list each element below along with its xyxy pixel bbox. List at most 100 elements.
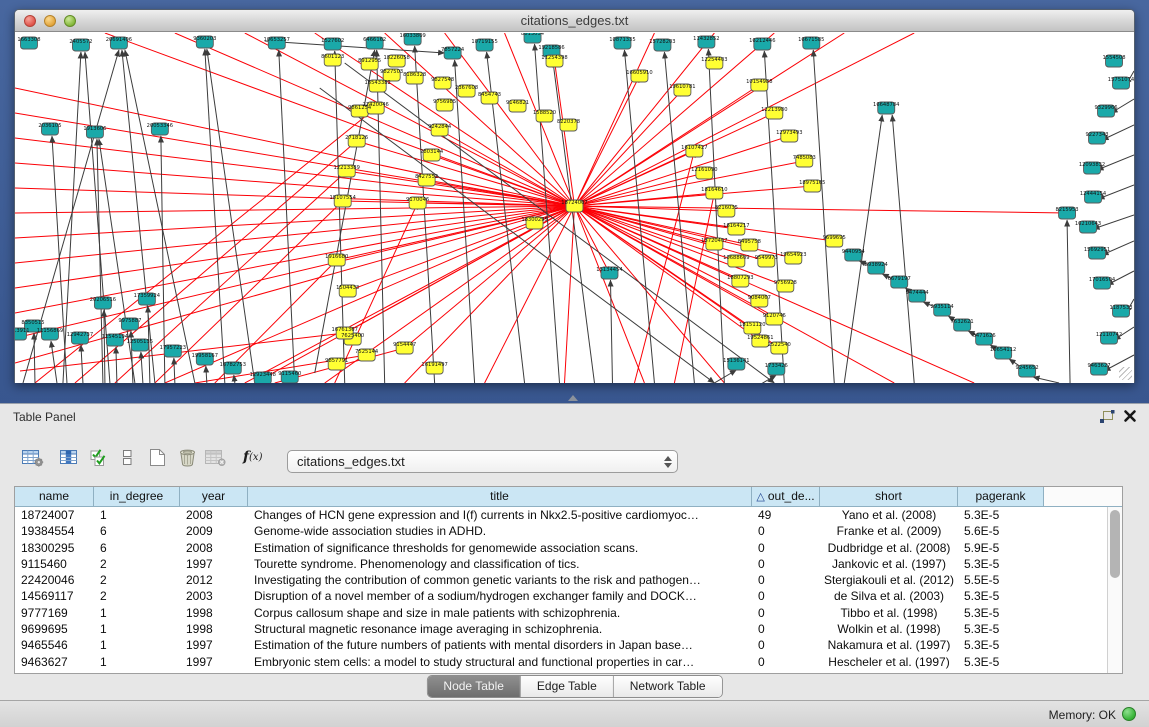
graph-node-label: 12110742	[1096, 332, 1122, 338]
table-cell: 2	[94, 572, 180, 588]
graph-node-label: 9154447	[393, 342, 416, 348]
graph-node-label: 10654112	[990, 347, 1016, 353]
table-cell: 1	[94, 637, 180, 653]
table-row[interactable]: 1938455462009Genome-wide association stu…	[15, 523, 1107, 539]
delete-table-disabled-icon	[205, 448, 227, 467]
graph-node-label: 18151120	[739, 322, 765, 328]
graph-node-label: 7625400	[341, 333, 364, 339]
graph-node-label: 18226058	[383, 55, 409, 61]
table-row[interactable]: 911546021997Tourette syndrome. Phenomeno…	[15, 556, 1107, 572]
graph-node-label: 8427552	[415, 174, 438, 180]
row-mode-icon[interactable]	[122, 448, 133, 467]
window-titlebar[interactable]: citations_edges.txt	[15, 10, 1134, 32]
graph-node-label: 2405572	[69, 39, 92, 45]
delete-icon[interactable]	[179, 448, 196, 467]
table-cell: 1	[94, 605, 180, 621]
graph-node-label: 16671585	[798, 37, 824, 43]
close-window-button[interactable]	[24, 15, 36, 27]
minimize-window-button[interactable]	[44, 15, 56, 27]
table-vertical-scrollbar[interactable]	[1107, 507, 1122, 673]
scrollbar-thumb[interactable]	[1110, 510, 1120, 578]
graph-node-label: 9756928	[774, 280, 797, 286]
column-header-year[interactable]: year	[180, 487, 248, 507]
column-header-title[interactable]: title	[248, 487, 752, 507]
graph-edge	[575, 206, 1068, 213]
table-row[interactable]: 977716911998Corpus callosum shape and si…	[15, 605, 1107, 621]
graph-node-label: 16164217	[723, 223, 749, 229]
graph-node-label: 16648784	[873, 102, 900, 108]
table-settings-icon[interactable]	[22, 448, 44, 467]
graph-node-label: 7525144	[355, 349, 379, 355]
graph-node-label: 9170046	[406, 197, 429, 203]
table-cell: 5.3E-5	[958, 654, 1044, 670]
table-row[interactable]: 1830029562008Estimation of significance …	[15, 540, 1107, 556]
graph-edge	[892, 115, 914, 383]
graph-node-label: 9440954	[842, 249, 866, 255]
table-cell: 1	[94, 654, 180, 670]
table-cell: Nakamura et al. (1997)	[820, 637, 958, 653]
graph-node-label: 18300295	[521, 217, 547, 223]
graph-node-label: 9827503	[380, 69, 403, 75]
fx-args: (x)	[249, 452, 262, 463]
close-panel-icon[interactable]	[1123, 409, 1137, 423]
function-builder-icon[interactable]: f(x)	[243, 449, 262, 465]
graph-node-label: 9329966	[1094, 105, 1117, 111]
header-filler	[1044, 487, 1122, 507]
graph-edge	[97, 139, 103, 383]
memory-status-label: Memory: OK	[1049, 708, 1116, 722]
table-row[interactable]: 969969511998Structural magnetic resonanc…	[15, 621, 1107, 637]
window-resize-grip[interactable]	[1119, 367, 1132, 380]
table-source-value: citations_edges.txt	[297, 454, 405, 469]
graph-node-label: 10719155	[471, 39, 497, 45]
table-cell: 1998	[180, 621, 248, 637]
column-visibility-icon[interactable]	[59, 448, 78, 467]
graph-node-label: 12213389	[334, 165, 360, 171]
graph-node-label: 6679197	[888, 276, 911, 282]
graph-node-label: 9115460	[278, 371, 301, 377]
graph-node-label: 11254398	[541, 55, 567, 61]
column-header-name[interactable]: name	[15, 487, 94, 507]
column-header-in_degree[interactable]: in_degree	[94, 487, 180, 507]
network-canvas[interactable]: 1663308240557220691406936020310653257152…	[15, 33, 1134, 383]
panel-divider-handle[interactable]	[568, 395, 578, 401]
table-cell: 2	[94, 588, 180, 604]
zoom-window-button[interactable]	[64, 15, 76, 27]
column-header-short[interactable]: short	[820, 487, 958, 507]
column-header-out_de[interactable]: △out_de...	[752, 487, 820, 507]
graph-node-label: 2803144	[420, 149, 444, 155]
memory-status-indicator[interactable]	[1122, 707, 1136, 721]
table-cell: 22420046	[15, 572, 94, 588]
table-cell: 1	[94, 507, 180, 523]
table-cell: Dudbridge et al. (2008)	[820, 540, 958, 556]
table-row[interactable]: 2242004622012Investigating the contribut…	[15, 572, 1107, 588]
graph-edge	[1033, 377, 1059, 383]
graph-node-label: 19218586	[538, 45, 564, 51]
graph-node-label: 18164610	[701, 187, 727, 193]
graph-edge	[357, 141, 575, 206]
graph-edge	[405, 206, 575, 383]
graph-node-label: 8454743	[478, 92, 501, 98]
tab-edge-table[interactable]: Edge Table	[521, 676, 614, 697]
column-header-pagerank[interactable]: pagerank	[958, 487, 1044, 507]
tab-network-table[interactable]: Network Table	[614, 676, 722, 697]
select-rows-icon[interactable]	[90, 448, 108, 467]
graph-node-label: 20053346	[147, 123, 173, 129]
new-document-icon[interactable]	[149, 448, 166, 467]
float-panel-icon[interactable]	[1099, 410, 1115, 424]
table-cell: Changes of HCN gene expression and I(f) …	[248, 507, 752, 523]
table-cell: 0	[752, 523, 820, 539]
table-row[interactable]: 1872400712008Changes of HCN gene express…	[15, 507, 1107, 523]
graph-edge	[51, 341, 57, 383]
tab-node-table[interactable]: Node Table	[427, 676, 521, 697]
graph-node-label: 2036105	[38, 123, 61, 129]
table-cell: Tourette syndrome. Phenomenology and cla…	[248, 556, 752, 572]
table-row[interactable]: 1456911722003Disruption of a novel membe…	[15, 588, 1107, 604]
table-row[interactable]: 946362711997Embryonic stem cells: a mode…	[15, 654, 1107, 670]
table-cell: Hescheler et al. (1997)	[820, 654, 958, 670]
graph-node-label: 9699695	[823, 235, 846, 241]
table-source-select[interactable]: citations_edges.txt	[287, 450, 678, 473]
graph-node-label: 12505135	[127, 339, 153, 345]
network-graph: 1663308240557220691406936020310653257152…	[15, 33, 1134, 383]
table-cell: 0	[752, 621, 820, 637]
table-row[interactable]: 946554611997Estimation of the future num…	[15, 637, 1107, 653]
